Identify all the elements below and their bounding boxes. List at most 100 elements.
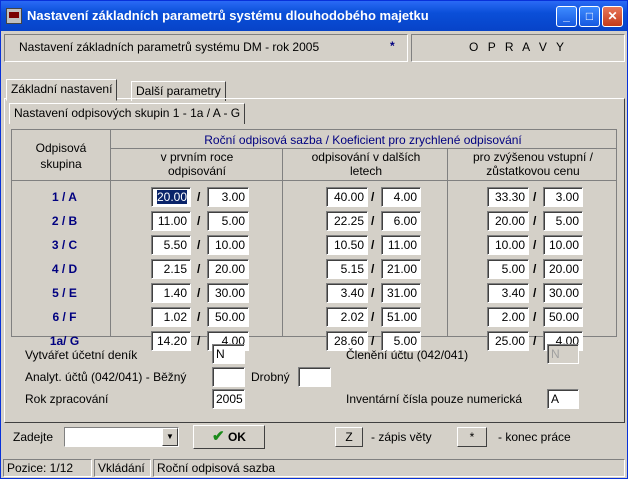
rate-main-header: Roční odpisová sazba / Koeficient pro zr…: [204, 133, 522, 147]
slash-separator: /: [533, 310, 537, 324]
coef-field[interactable]: 4.00: [381, 187, 421, 207]
coef-field[interactable]: 10.00: [543, 235, 583, 255]
first-year-header: v prvním roce odpisování: [160, 150, 234, 178]
chevron-down-icon[interactable]: ▼: [162, 428, 178, 446]
slash-separator: /: [371, 286, 375, 300]
tab-odpisove-skupiny[interactable]: Nastavení odpisových skupin 1 - 1a / A -…: [9, 103, 246, 124]
field-value: 33.30: [494, 190, 525, 204]
slash-separator: /: [533, 334, 537, 348]
rate-field[interactable]: 20.00: [487, 211, 529, 231]
rate-field[interactable]: 20.00: [151, 187, 191, 207]
coef-field[interactable]: 5.00: [207, 211, 249, 231]
coef-field[interactable]: 3.00: [207, 187, 249, 207]
rate-field[interactable]: 22.25: [326, 211, 368, 231]
coef-field[interactable]: 31.00: [381, 283, 421, 303]
coef-field[interactable]: 5.00: [543, 211, 583, 231]
field-value: 4.00: [393, 190, 417, 204]
slash-separator: /: [371, 238, 375, 252]
rate-field[interactable]: 10.50: [326, 235, 368, 255]
coef-field[interactable]: 51.00: [381, 307, 421, 327]
maximize-button[interactable]: □: [579, 6, 600, 27]
rate-field[interactable]: 2.00: [487, 307, 529, 327]
coef-field[interactable]: 50.00: [543, 307, 583, 327]
grid-divider: [447, 148, 448, 336]
ok-button[interactable]: ✔ OK: [193, 425, 265, 449]
year-field[interactable]: 2005: [212, 389, 245, 409]
window-title: Nastavení základních parametrů systému d…: [27, 8, 429, 23]
coef-field[interactable]: 20.00: [207, 259, 249, 279]
rate-field[interactable]: 2.15: [151, 259, 191, 279]
field-value: 10.00: [494, 238, 525, 252]
grid-divider: [12, 180, 616, 181]
coef-field[interactable]: 21.00: [381, 259, 421, 279]
field-value: 28.60: [333, 334, 364, 348]
header-info: Nastavení základních parametrů systému D…: [4, 34, 408, 62]
slash-separator: /: [533, 214, 537, 228]
rate-field[interactable]: 5.50: [151, 235, 191, 255]
rate-field[interactable]: 2.02: [326, 307, 368, 327]
rate-field[interactable]: 11.00: [151, 211, 191, 231]
drobny-label: Drobný: [251, 370, 290, 384]
field-value: 5.50: [163, 238, 187, 252]
coef-field[interactable]: 30.00: [207, 283, 249, 303]
rate-field[interactable]: 5.00: [487, 259, 529, 279]
field-value: 30.00: [214, 286, 245, 300]
field-value: 1.02: [163, 310, 187, 324]
field-value: 3.00: [221, 190, 245, 204]
tab-zakladni-nastaveni[interactable]: Základní nastavení: [6, 79, 118, 101]
field-value: 21.00: [386, 262, 417, 276]
drobny-field[interactable]: [298, 367, 331, 387]
depreciation-grid: Odpisová skupina Roční odpisová sazba / …: [11, 129, 617, 337]
title-bar[interactable]: Nastavení základních parametrů systému d…: [1, 1, 627, 31]
star-key-button[interactable]: *: [457, 427, 487, 447]
next-years-header: odpisování v dalších letech: [311, 150, 421, 178]
coef-field[interactable]: 50.00: [207, 307, 249, 327]
z-key-button[interactable]: Z: [335, 427, 363, 447]
rate-field[interactable]: 1.02: [151, 307, 191, 327]
check-icon: ✔: [212, 428, 225, 445]
rate-field[interactable]: 1.40: [151, 283, 191, 303]
slash-separator: /: [197, 214, 201, 228]
coef-field[interactable]: 11.00: [381, 235, 421, 255]
rate-field[interactable]: 5.15: [326, 259, 368, 279]
rate-field[interactable]: 3.40: [326, 283, 368, 303]
rate-field[interactable]: 3.40: [487, 283, 529, 303]
rate-field[interactable]: 40.00: [326, 187, 368, 207]
increased-price-header: pro zvýšenou vstupní / zůstatkovou cenu: [472, 150, 594, 178]
inventory-field[interactable]: A: [547, 389, 579, 409]
field-value: 5.00: [221, 214, 245, 228]
journal-field[interactable]: N: [212, 344, 245, 364]
zadejte-label: Zadejte: [13, 430, 54, 444]
slash-separator: /: [197, 310, 201, 324]
rate-field[interactable]: 10.00: [487, 235, 529, 255]
group-label: 2 / B: [51, 214, 78, 228]
rate-field[interactable]: 25.00: [487, 331, 529, 351]
field-value: 51.00: [386, 310, 417, 324]
year-label: Rok zpracování: [25, 392, 109, 406]
field-value: 1.40: [163, 286, 187, 300]
status-mode: Vkládání: [94, 459, 151, 477]
field-value: 3.00: [555, 190, 579, 204]
star-key-text: - konec práce: [498, 430, 571, 444]
field-value: 14.20: [156, 334, 187, 348]
slash-separator: /: [197, 190, 201, 204]
rate-field[interactable]: 33.30: [487, 187, 529, 207]
analyt-field[interactable]: [212, 367, 245, 387]
status-field: Roční odpisová sazba: [153, 459, 625, 477]
coef-field[interactable]: 6.00: [381, 211, 421, 231]
field-value: 2.15: [163, 262, 187, 276]
field-value: 10.00: [548, 238, 579, 252]
minimize-button[interactable]: _: [556, 6, 577, 27]
coef-field[interactable]: 10.00: [207, 235, 249, 255]
field-value: 30.00: [548, 286, 579, 300]
slash-separator: /: [371, 310, 375, 324]
coef-field[interactable]: 30.00: [543, 283, 583, 303]
coef-field[interactable]: 3.00: [543, 187, 583, 207]
rate-field[interactable]: 14.20: [151, 331, 191, 351]
close-button[interactable]: ✕: [602, 6, 623, 27]
group-label: 6 / F: [52, 310, 77, 324]
field-value: 5.00: [501, 262, 525, 276]
coef-field[interactable]: 20.00: [543, 259, 583, 279]
field-value: 3.40: [340, 286, 364, 300]
zadejte-combo[interactable]: ▼: [64, 427, 179, 447]
